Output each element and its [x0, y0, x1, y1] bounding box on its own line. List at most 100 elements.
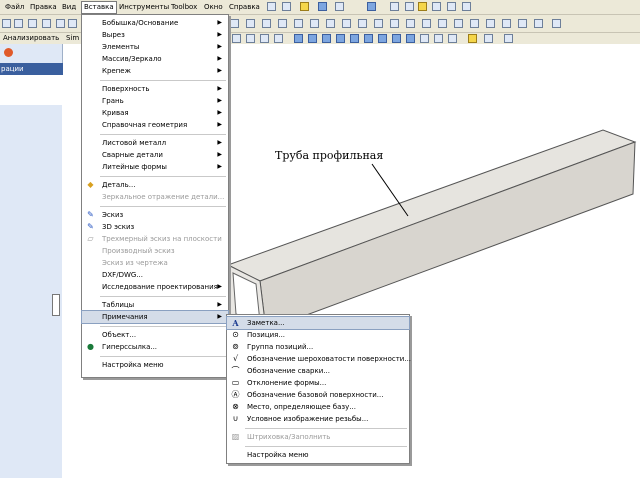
section-view-icon[interactable]: [504, 34, 513, 43]
menu-item[interactable]: Настройка меню: [82, 359, 228, 371]
tab-analyze[interactable]: Анализировать: [3, 34, 59, 43]
menu-item[interactable]: Справочная геометрия ▶: [82, 119, 228, 131]
menu-item[interactable]: ⊗ Место, определяющее базу...: [227, 401, 409, 413]
menu-item[interactable]: Грань ▶: [82, 95, 228, 107]
traffic-light-icon[interactable]: [418, 2, 427, 11]
menu-item[interactable]: ⊙ Позиция...: [227, 329, 409, 341]
menu-help[interactable]: Справка: [227, 2, 262, 13]
bottom-view-icon[interactable]: [364, 34, 373, 43]
line-tool-icon[interactable]: [14, 19, 23, 28]
grid-icon[interactable]: [422, 19, 431, 28]
options-icon[interactable]: [447, 2, 456, 11]
sketch-picture-icon[interactable]: [534, 19, 543, 28]
save-icon[interactable]: [318, 2, 327, 11]
front-view-icon[interactable]: [294, 34, 303, 43]
wireframe-icon[interactable]: [420, 34, 429, 43]
menu-item[interactable]: Примечания ▶: [81, 310, 229, 324]
exit-sketch-icon[interactable]: [552, 19, 561, 28]
right-view-icon[interactable]: [336, 34, 345, 43]
rotate-view-icon[interactable]: [274, 34, 283, 43]
top-view-icon[interactable]: [350, 34, 359, 43]
fillet-tool-icon[interactable]: [358, 19, 367, 28]
menu-item[interactable]: A Заметка...: [226, 316, 410, 330]
move-icon[interactable]: [438, 19, 447, 28]
new-document-icon[interactable]: [282, 2, 291, 11]
left-view-icon[interactable]: [322, 34, 331, 43]
menu-item[interactable]: Поверхность ▶: [82, 83, 228, 95]
relations-icon[interactable]: [390, 19, 399, 28]
shaded-icon[interactable]: [448, 34, 457, 43]
toolbox-icon[interactable]: [462, 2, 471, 11]
menu-item[interactable]: Сварные детали ▶: [82, 149, 228, 161]
menu-item[interactable]: ⊚ Группа позиций...: [227, 341, 409, 353]
pencil-icon[interactable]: [28, 19, 37, 28]
menu-item[interactable]: ✎ 3D эскиз: [82, 221, 228, 233]
menu-item[interactable]: Настройка меню: [227, 449, 409, 461]
menu-item[interactable]: ▭ Отклонение формы...: [227, 377, 409, 389]
menu-item[interactable]: ● Гиперссылка...: [82, 341, 228, 353]
extend-tool-icon[interactable]: [342, 19, 351, 28]
menu-item[interactable]: ✎ Эскиз: [82, 209, 228, 221]
menu-item[interactable]: ◆ Деталь...: [82, 179, 228, 191]
point-tool-icon[interactable]: [262, 19, 271, 28]
menu-item[interactable]: Таблицы ▶: [82, 299, 228, 311]
dimetric-view-icon[interactable]: [406, 34, 415, 43]
rectangle-tool-icon[interactable]: [42, 19, 51, 28]
undo-icon[interactable]: [367, 2, 376, 11]
trim-tool-icon[interactable]: [326, 19, 335, 28]
menu-item[interactable]: Литейные формы ▶: [82, 161, 228, 173]
zoom-area-icon[interactable]: [246, 34, 255, 43]
menu-item[interactable]: Ⓐ Обозначение базовой поверхности...: [227, 389, 409, 401]
menu-toolbox[interactable]: Toolbox: [169, 2, 199, 13]
menu-tools[interactable]: Инструменты: [117, 2, 171, 13]
mirror-tool-icon[interactable]: [310, 19, 319, 28]
pin-icon[interactable]: [267, 2, 276, 11]
print-icon[interactable]: [335, 2, 344, 11]
back-view-icon[interactable]: [308, 34, 317, 43]
rotate-icon[interactable]: [454, 19, 463, 28]
menu-edit[interactable]: Правка: [28, 2, 59, 13]
menu-item[interactable]: ⌒ Обозначение сварки...: [227, 365, 409, 377]
configuration-tab-icon[interactable]: [4, 48, 13, 57]
copy-icon[interactable]: [486, 19, 495, 28]
zoom-fit-icon[interactable]: [232, 34, 241, 43]
trimetric-view-icon[interactable]: [392, 34, 401, 43]
menu-item[interactable]: Массив/Зеркало ▶: [82, 53, 228, 65]
menu-item[interactable]: Объект...: [82, 329, 228, 341]
menu-item[interactable]: Бобышка/Основание ▶: [82, 17, 228, 29]
note-annotation[interactable]: Труба профильная: [275, 149, 383, 162]
block-icon[interactable]: [518, 19, 527, 28]
menu-item[interactable]: Кривая ▶: [82, 107, 228, 119]
panel-splitter-handle[interactable]: [52, 294, 60, 316]
ellipse-tool-icon[interactable]: [230, 19, 239, 28]
scene-icon[interactable]: [484, 34, 493, 43]
menu-item[interactable]: DXF/DWG...: [82, 269, 228, 281]
hidden-lines-icon[interactable]: [434, 34, 443, 43]
menu-file[interactable]: Файл: [3, 2, 26, 13]
menu-insert[interactable]: Вставка: [81, 1, 117, 14]
scale-icon[interactable]: [470, 19, 479, 28]
menu-item[interactable]: Крепеж ▶: [82, 65, 228, 77]
circle-tool-icon[interactable]: [68, 19, 77, 28]
slot-tool-icon[interactable]: [56, 19, 65, 28]
pattern-icon[interactable]: [502, 19, 511, 28]
menu-item[interactable]: ∪ Условное изображение резьбы...: [227, 413, 409, 425]
zoom-icon[interactable]: [260, 34, 269, 43]
menu-item[interactable]: Исследование проектирования ▶: [82, 281, 228, 293]
select-icon[interactable]: [390, 2, 399, 11]
chamfer-tool-icon[interactable]: [374, 19, 383, 28]
menu-item[interactable]: Вырез ▶: [82, 29, 228, 41]
offset-tool-icon[interactable]: [294, 19, 303, 28]
menu-window[interactable]: Окно: [202, 2, 225, 13]
text-tool-icon[interactable]: [278, 19, 287, 28]
rebuild-icon[interactable]: [405, 2, 414, 11]
tab-sim[interactable]: Sim: [66, 34, 79, 43]
menu-view[interactable]: Вид: [60, 2, 78, 13]
isometric-view-icon[interactable]: [378, 34, 387, 43]
menu-item[interactable]: √ Обозначение шероховатости поверхности..…: [227, 353, 411, 365]
menu-item[interactable]: Элементы ▶: [82, 41, 228, 53]
open-icon[interactable]: [300, 2, 309, 11]
file-properties-icon[interactable]: [432, 2, 441, 11]
dimension-icon[interactable]: [406, 19, 415, 28]
menu-item[interactable]: Листовой металл ▶: [82, 137, 228, 149]
